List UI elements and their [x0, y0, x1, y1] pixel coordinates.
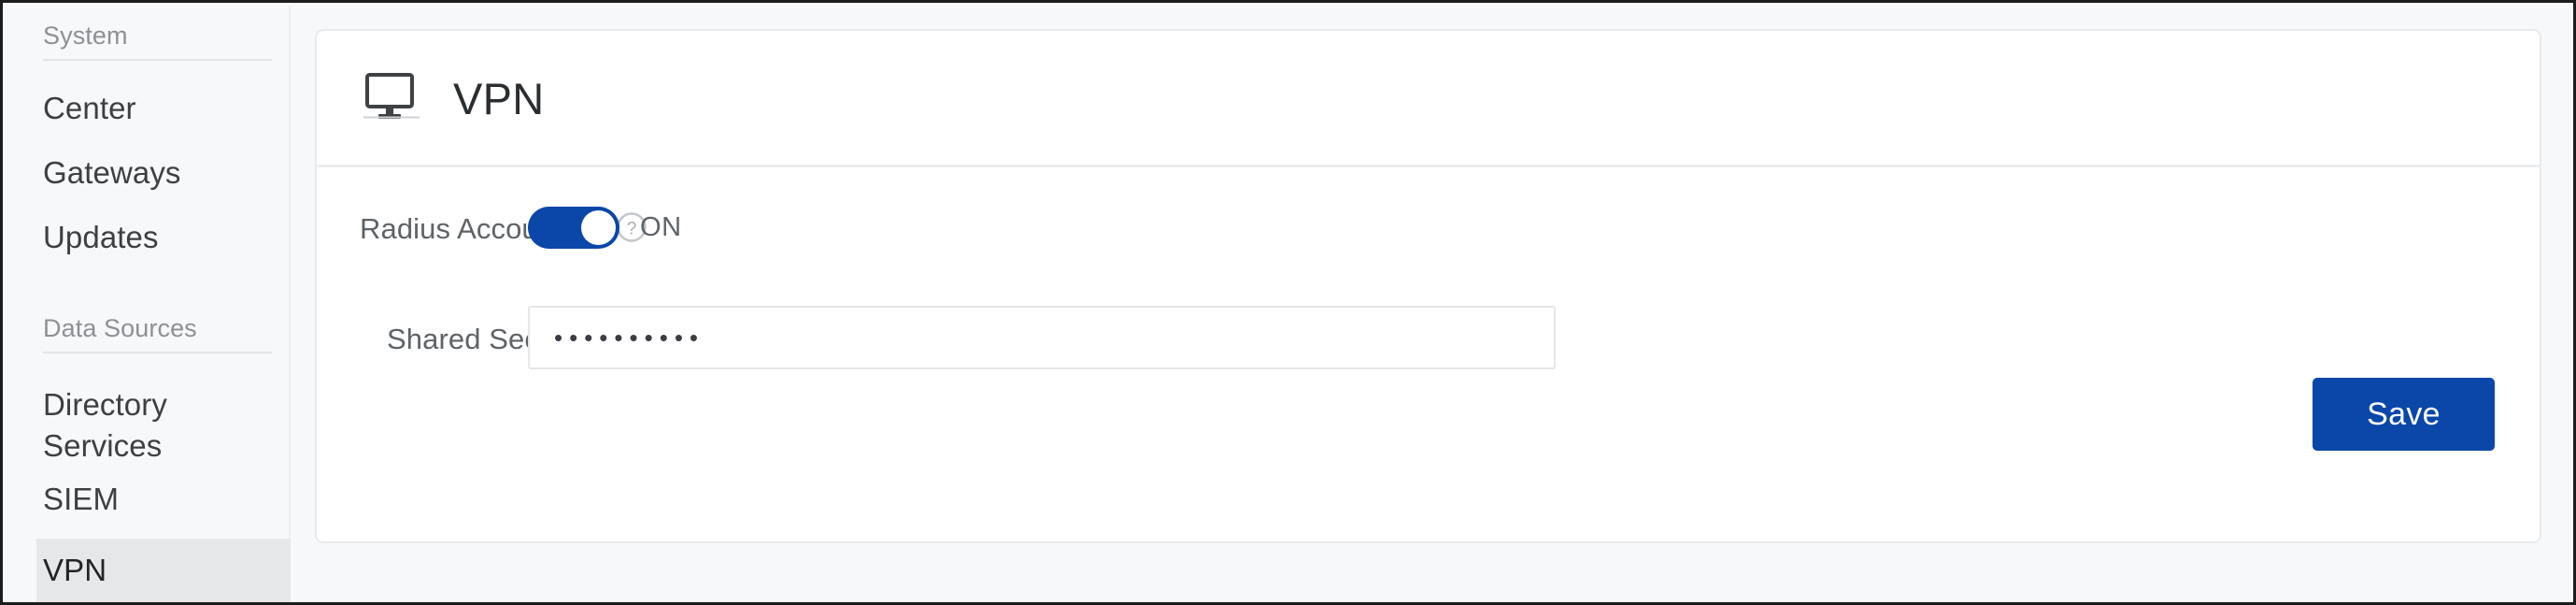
sidebar-item-label: Center: [43, 91, 136, 125]
sidebar-item-gateways[interactable]: Gateways: [6, 154, 291, 192]
save-button[interactable]: Save: [2313, 378, 2495, 451]
sidebar-section-data-sources: Data Sources: [43, 314, 272, 353]
radius-accounting-toggle[interactable]: [528, 207, 619, 249]
shared-secret-input[interactable]: ••••••••••: [528, 306, 1556, 369]
sidebar-item-label: Directory Services: [43, 387, 167, 463]
sidebar-item-vpn[interactable]: VPN: [36, 539, 291, 602]
sidebar: System Center Gateways Updates Data Sour…: [6, 6, 291, 602]
radius-accounting-toggle-wrap: ON: [528, 207, 682, 249]
app-window: System Center Gateways Updates Data Sour…: [0, 0, 2576, 605]
page-header: VPN: [363, 72, 545, 124]
sidebar-item-label: Updates: [43, 220, 159, 254]
sidebar-item-label: Gateways: [43, 155, 181, 190]
card-body: Radius Accounting ? ON Shared Secret •••…: [317, 167, 2540, 542]
vpn-settings-card: VPN Radius Accounting ? ON Shared Secret…: [315, 29, 2541, 543]
sidebar-item-updates[interactable]: Updates: [6, 219, 291, 256]
page-title: VPN: [453, 73, 545, 123]
shared-secret-value: ••••••••••: [554, 324, 705, 352]
sidebar-section-title-data-sources: Data Sources: [43, 314, 272, 353]
card-header: VPN: [317, 31, 2540, 167]
sidebar-section-system: System: [43, 22, 272, 61]
sidebar-item-directory-services[interactable]: Directory Services: [6, 384, 192, 467]
sidebar-item-label: SIEM: [43, 482, 120, 516]
sidebar-section-title-system: System: [43, 22, 272, 61]
toggle-knob: [581, 210, 616, 245]
sidebar-item-siem[interactable]: SIEM: [6, 481, 291, 518]
monitor-icon: [363, 72, 423, 124]
sidebar-item-center[interactable]: Center: [6, 90, 291, 127]
sidebar-item-label: VPN: [43, 553, 107, 587]
toggle-state-label: ON: [640, 212, 682, 242]
